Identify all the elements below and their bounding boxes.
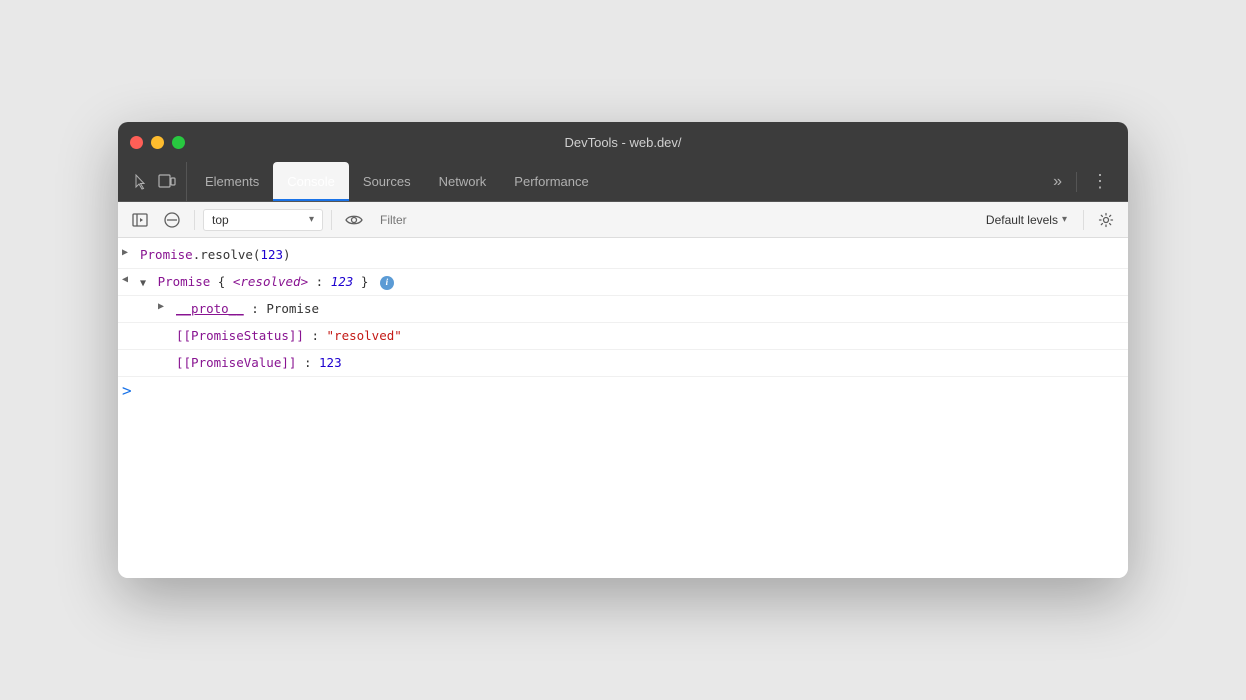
maximize-button[interactable] (172, 136, 185, 149)
levels-arrow-icon: ▾ (1062, 214, 1067, 225)
tab-network[interactable]: Network (425, 162, 501, 201)
more-tabs-button[interactable]: » (1047, 169, 1068, 195)
settings-button[interactable] (1092, 206, 1120, 234)
context-arrow-icon: ▾ (309, 214, 314, 225)
console-code-purple: Promise (140, 247, 193, 262)
context-selector[interactable]: top ▾ (203, 209, 323, 231)
status-value: "resolved" (327, 328, 402, 343)
cursor-icon[interactable] (130, 171, 152, 193)
tab-bar-right: » ⋮ (1039, 162, 1124, 201)
value-number: 123 (319, 355, 342, 370)
console-content: ▶ Promise.resolve(123) ◀ ▼ Promise { <re… (118, 238, 1128, 578)
console-input-row: ▶ Promise.resolve(123) (118, 242, 1128, 269)
toolbar-divider-2 (331, 210, 332, 230)
value-row-spacer (158, 353, 176, 366)
console-status-line: [[PromiseStatus]] : "resolved" (176, 326, 1120, 346)
console-input-line: Promise.resolve(123) (140, 245, 1120, 265)
tab-bar: Elements Console Sources Network Perform… (118, 162, 1128, 202)
console-proto-line: __proto__ : Promise (176, 299, 1120, 319)
promise-key: <resolved> (233, 274, 308, 289)
device-icon[interactable] (156, 171, 178, 193)
status-row-spacer (158, 326, 176, 339)
toolbar-divider-3 (1083, 210, 1084, 230)
console-value-row: [[PromiseValue]] : 123 (118, 350, 1128, 377)
tab-console[interactable]: Console (273, 162, 349, 201)
tab-performance[interactable]: Performance (500, 162, 602, 201)
row-expand-arrow[interactable]: ▶ (122, 245, 140, 258)
devtools-window: DevTools - web.dev/ Elements Console So (118, 122, 1128, 578)
divider (1076, 172, 1077, 192)
filter-input-wrap (372, 209, 974, 231)
minimize-button[interactable] (151, 136, 164, 149)
context-value: top (212, 213, 303, 227)
filter-input[interactable] (372, 209, 974, 231)
status-key: [[PromiseStatus]] (176, 328, 304, 343)
expand-arrow-icon[interactable]: ▼ (140, 278, 146, 289)
title-bar: DevTools - web.dev/ (118, 122, 1128, 162)
window-title: DevTools - web.dev/ (564, 135, 681, 150)
promise-resolved-value: 123 (331, 274, 354, 289)
clear-console-button[interactable] (158, 206, 186, 234)
info-badge[interactable]: i (380, 276, 394, 290)
tab-elements[interactable]: Elements (191, 162, 273, 201)
console-output-row: ◀ ▼ Promise { <resolved> : 123 } i (118, 269, 1128, 296)
sidebar-toggle-button[interactable] (126, 206, 154, 234)
console-toolbar: top ▾ Default levels ▾ (118, 202, 1128, 238)
console-prompt[interactable]: > (122, 381, 132, 400)
console-code-number: 123 (260, 247, 283, 262)
proto-expand-arrow[interactable]: ▶ (158, 299, 176, 312)
log-levels-selector[interactable]: Default levels ▾ (978, 209, 1075, 231)
row-collapse-arrow[interactable]: ◀ (122, 272, 140, 285)
tab-sources[interactable]: Sources (349, 162, 425, 201)
console-status-row: [[PromiseStatus]] : "resolved" (118, 323, 1128, 350)
console-proto-row: ▶ __proto__ : Promise (118, 296, 1128, 323)
devtools-menu-button[interactable]: ⋮ (1085, 167, 1116, 196)
promise-label: Promise (158, 274, 211, 289)
proto-key[interactable]: __proto__ (176, 301, 244, 316)
live-expressions-button[interactable] (340, 206, 368, 234)
tab-bar-tools (122, 162, 187, 201)
console-value-line: [[PromiseValue]] : 123 (176, 353, 1120, 373)
close-button[interactable] (130, 136, 143, 149)
console-cursor-row[interactable]: > (118, 377, 1128, 404)
levels-label: Default levels (986, 213, 1058, 227)
value-key: [[PromiseValue]] (176, 355, 296, 370)
toolbar-divider-1 (194, 210, 195, 230)
console-output-line: ▼ Promise { <resolved> : 123 } i (140, 272, 1120, 292)
traffic-lights (130, 136, 185, 149)
